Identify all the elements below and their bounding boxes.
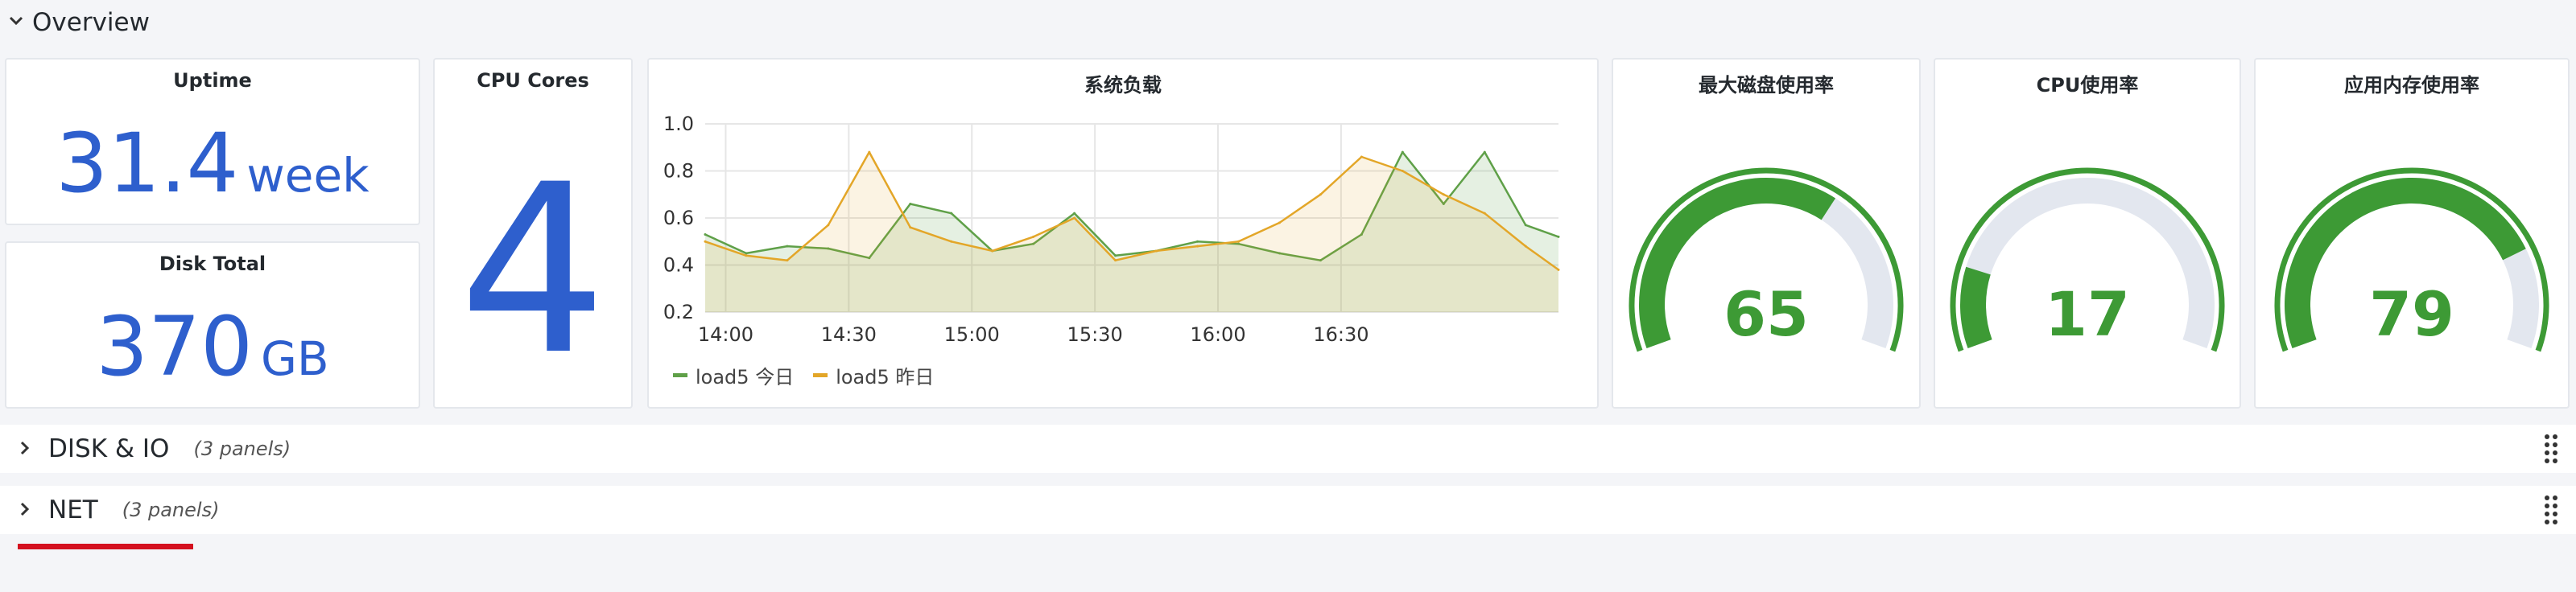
legend-item-today[interactable]: load5 今日: [673, 361, 794, 389]
legend-item-yesterday[interactable]: load5 昨日: [813, 361, 934, 389]
net-row-highlight-underline: [18, 544, 193, 549]
series-point: [950, 240, 953, 243]
disk-total-panel[interactable]: Disk Total 370 GB: [5, 241, 420, 409]
cpu-cores-value: 4: [435, 154, 631, 388]
disk-total-number: 370: [96, 299, 253, 395]
series-point: [1442, 193, 1445, 196]
series-point: [827, 224, 830, 227]
series-point: [1360, 155, 1363, 158]
series-point: [1073, 216, 1076, 220]
series-point: [1483, 150, 1486, 154]
disk-total-value: 370 GB: [6, 299, 419, 395]
system-load-title: 系统负载: [1084, 74, 1162, 97]
disk-total-title: Disk Total: [159, 253, 266, 275]
series-point: [909, 226, 912, 229]
legend-label-yesterday: load5 昨日: [836, 366, 935, 388]
gauge-panel-disk[interactable]: 最大磁盘使用率 65: [1612, 58, 1921, 409]
x-tick-label: 16:00: [1190, 323, 1245, 346]
drag-handle-icon[interactable]: [2544, 494, 2558, 526]
series-point: [1278, 221, 1281, 224]
series-point: [1557, 268, 1560, 271]
overview-row-header[interactable]: Overview: [0, 0, 2576, 45]
x-tick-label: 14:00: [698, 323, 753, 346]
y-tick-label: 0.8: [663, 160, 694, 183]
row-disk-io-title: DISK & IO: [48, 434, 170, 463]
disk-total-unit: GB: [260, 331, 329, 386]
gauge-value-text: 79: [2369, 278, 2454, 350]
uptime-value: 31.4 week: [6, 116, 419, 212]
y-tick-label: 0.6: [663, 207, 694, 229]
series-point: [1237, 240, 1240, 243]
gauge-cpu: 17: [1950, 167, 2225, 352]
gauge-panel-memory[interactable]: 应用内存使用率 79: [2254, 58, 2570, 409]
series-point: [745, 252, 748, 255]
series-point: [786, 245, 789, 248]
uptime-panel[interactable]: Uptime 31.4 week: [5, 58, 420, 225]
series-point: [1114, 259, 1117, 262]
series-yesterday: [704, 150, 1560, 312]
series-point: [1196, 245, 1199, 248]
series-point: [1401, 150, 1404, 154]
cpu-cores-number: 4: [458, 135, 608, 406]
series-point: [1155, 249, 1158, 253]
legend-swatch-yesterday: [813, 373, 828, 377]
uptime-unit: week: [246, 148, 369, 203]
gauge-value-arc: [1960, 266, 1992, 349]
uptime-title: Uptime: [173, 69, 252, 92]
overview-title: Overview: [32, 8, 150, 37]
x-tick-label: 14:30: [821, 323, 877, 346]
legend-label-today: load5 今日: [696, 366, 795, 388]
cpu-cores-panel[interactable]: CPU Cores 4: [433, 58, 633, 409]
series-point: [868, 150, 871, 154]
uptime-number: 31.4: [56, 116, 239, 212]
y-tick-label: 0.2: [663, 301, 694, 323]
series-point: [1401, 170, 1404, 172]
series-point: [1524, 245, 1527, 248]
series-point: [1032, 235, 1035, 238]
y-tick-label: 0.4: [663, 254, 694, 277]
series-point: [1557, 235, 1560, 238]
chevron-down-icon: [0, 10, 32, 35]
x-tick-label: 15:00: [944, 323, 1000, 346]
gauge-value-text: 17: [2045, 278, 2130, 350]
gauge-value-text: 65: [1724, 278, 1809, 350]
system-load-chart[interactable]: 1.0 0.8 0.6 0.4 0.214:00 14:30 15:00 15:30 16:00…: [649, 108, 1597, 397]
series-point: [745, 254, 748, 257]
row-disk-io-count: (3 panels): [193, 438, 291, 460]
y-tick-label: 1.0: [663, 113, 694, 135]
gauge-panel-cpu[interactable]: CPU使用率 17: [1934, 58, 2241, 409]
system-load-panel[interactable]: 系统负载 1.0 0.8 0.6 0.4 0.2 14:00 14:30 15:00 15:30…: [647, 58, 1599, 409]
series-point: [704, 240, 707, 243]
gauge-disk: 65: [1629, 167, 1904, 352]
series-point: [1483, 212, 1486, 215]
series-point: [1196, 240, 1199, 243]
drag-handle-icon[interactable]: [2544, 433, 2558, 465]
cpu-cores-title: CPU Cores: [477, 69, 589, 92]
series-point: [1319, 193, 1322, 196]
series-point: [1073, 212, 1076, 215]
row-disk-io[interactable]: DISK & IO (3 panels): [0, 425, 2576, 473]
chevron-right-icon: [0, 497, 48, 524]
row-net-title: NET: [48, 495, 98, 524]
series-point: [786, 259, 789, 262]
x-tick-label: 15:30: [1067, 323, 1123, 346]
gauge-memory: 79: [2274, 167, 2549, 352]
legend-swatch-today: [673, 373, 687, 377]
series-point: [1524, 224, 1527, 227]
series-point: [991, 249, 994, 253]
x-tick-label: 16:30: [1313, 323, 1368, 346]
series-point: [704, 232, 707, 236]
row-net-count: (3 panels): [122, 499, 220, 521]
series-point: [909, 202, 912, 205]
series-point: [950, 212, 953, 215]
series-point: [1114, 254, 1117, 257]
row-net[interactable]: NET (3 panels): [0, 486, 2576, 534]
chart-legend: load5 今日 load5 昨日: [673, 361, 934, 389]
series-area: [705, 152, 1558, 312]
chevron-right-icon: [0, 436, 48, 462]
